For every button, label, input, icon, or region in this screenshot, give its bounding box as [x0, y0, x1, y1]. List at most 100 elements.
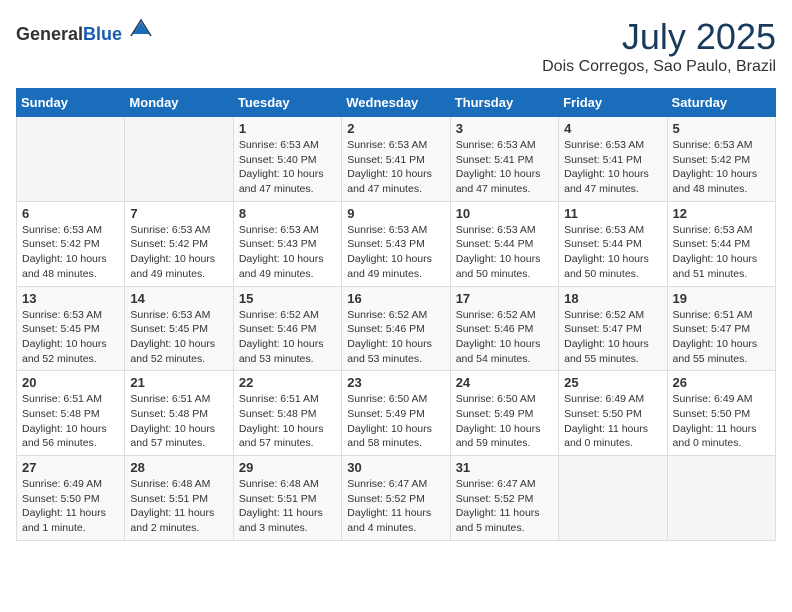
calendar-day-cell: 31Sunrise: 6:47 AM Sunset: 5:52 PM Dayli… [450, 456, 558, 541]
weekday-header-wednesday: Wednesday [342, 89, 450, 117]
calendar-day-cell [559, 456, 667, 541]
day-number: 11 [564, 206, 661, 221]
calendar-week-row: 6 Sunrise: 6:53 AM Sunset: 5:42 PM Daylig… [17, 201, 776, 286]
calendar-day-cell: 15 Sunrise: 6:52 AM Sunset: 5:46 PM Dayli… [233, 286, 341, 371]
day-info: Sunrise: 6:52 AM Sunset: 5:47 PM Dayligh… [564, 308, 661, 367]
day-number: 20 [22, 375, 119, 390]
weekday-header-row: SundayMondayTuesdayWednesdayThursdayFrid… [17, 89, 776, 117]
day-number: 24 [456, 375, 553, 390]
calendar-day-cell: 19 Sunrise: 6:51 AM Sunset: 5:47 PM Dayli… [667, 286, 775, 371]
calendar-week-row: 20 Sunrise: 6:51 AM Sunset: 5:48 PM Dayli… [17, 371, 776, 456]
day-number: 10 [456, 206, 553, 221]
day-number: 9 [347, 206, 444, 221]
day-info: Sunrise: 6:51 AM Sunset: 5:48 PM Dayligh… [239, 392, 336, 451]
calendar-day-cell: 8 Sunrise: 6:53 AM Sunset: 5:43 PM Daylig… [233, 201, 341, 286]
calendar-day-cell: 3Sunrise: 6:53 AM Sunset: 5:41 PM Daylig… [450, 117, 558, 202]
calendar-day-cell: 22 Sunrise: 6:51 AM Sunset: 5:48 PM Dayli… [233, 371, 341, 456]
calendar-day-cell: 2Sunrise: 6:53 AM Sunset: 5:41 PM Daylig… [342, 117, 450, 202]
day-number: 13 [22, 291, 119, 306]
day-number: 15 [239, 291, 336, 306]
day-number: 28 [130, 460, 227, 475]
calendar-day-cell: 23 Sunrise: 6:50 AM Sunset: 5:49 PM Dayli… [342, 371, 450, 456]
logo-general: General [16, 24, 83, 44]
day-info: Sunrise: 6:49 AM Sunset: 5:50 PM Dayligh… [22, 477, 119, 536]
day-info: Sunrise: 6:53 AM Sunset: 5:40 PM Dayligh… [239, 138, 336, 197]
day-number: 17 [456, 291, 553, 306]
day-number: 29 [239, 460, 336, 475]
calendar-day-cell: 26Sunrise: 6:49 AM Sunset: 5:50 PM Dayli… [667, 371, 775, 456]
calendar-day-cell: 12 Sunrise: 6:53 AM Sunset: 5:44 PM Dayli… [667, 201, 775, 286]
day-info: Sunrise: 6:50 AM Sunset: 5:49 PM Dayligh… [347, 392, 444, 451]
day-number: 19 [673, 291, 770, 306]
calendar-day-cell: 6 Sunrise: 6:53 AM Sunset: 5:42 PM Daylig… [17, 201, 125, 286]
month-title: July 2025 [542, 16, 776, 58]
calendar-day-cell: 7 Sunrise: 6:53 AM Sunset: 5:42 PM Daylig… [125, 201, 233, 286]
day-info: Sunrise: 6:51 AM Sunset: 5:47 PM Dayligh… [673, 308, 770, 367]
calendar-day-cell [667, 456, 775, 541]
day-info: Sunrise: 6:49 AM Sunset: 5:50 PM Dayligh… [564, 392, 661, 451]
calendar-table: SundayMondayTuesdayWednesdayThursdayFrid… [16, 88, 776, 541]
logo-blue: Blue [83, 24, 122, 44]
day-number: 31 [456, 460, 553, 475]
calendar-day-cell: 9 Sunrise: 6:53 AM Sunset: 5:43 PM Daylig… [342, 201, 450, 286]
calendar-day-cell [125, 117, 233, 202]
day-info: Sunrise: 6:53 AM Sunset: 5:44 PM Dayligh… [673, 223, 770, 282]
day-info: Sunrise: 6:52 AM Sunset: 5:46 PM Dayligh… [239, 308, 336, 367]
day-info: Sunrise: 6:53 AM Sunset: 5:42 PM Dayligh… [22, 223, 119, 282]
day-number: 5 [673, 121, 770, 136]
calendar-day-cell: 25 Sunrise: 6:49 AM Sunset: 5:50 PM Dayli… [559, 371, 667, 456]
calendar-week-row: 1 Sunrise: 6:53 AM Sunset: 5:40 PM Daylig… [17, 117, 776, 202]
weekday-header-monday: Monday [125, 89, 233, 117]
page-header: GeneralBlue July 2025 Dois Corregos, Sao… [16, 16, 776, 76]
day-number: 4 [564, 121, 661, 136]
logo: GeneralBlue [16, 16, 153, 45]
day-info: Sunrise: 6:52 AM Sunset: 5:46 PM Dayligh… [347, 308, 444, 367]
day-number: 1 [239, 121, 336, 136]
calendar-day-cell: 5Sunrise: 6:53 AM Sunset: 5:42 PM Daylig… [667, 117, 775, 202]
day-number: 22 [239, 375, 336, 390]
day-number: 16 [347, 291, 444, 306]
day-number: 25 [564, 375, 661, 390]
day-info: Sunrise: 6:53 AM Sunset: 5:43 PM Dayligh… [347, 223, 444, 282]
day-info: Sunrise: 6:53 AM Sunset: 5:43 PM Dayligh… [239, 223, 336, 282]
calendar-day-cell: 13Sunrise: 6:53 AM Sunset: 5:45 PM Dayli… [17, 286, 125, 371]
calendar-day-cell: 29 Sunrise: 6:48 AM Sunset: 5:51 PM Dayli… [233, 456, 341, 541]
calendar-day-cell: 28Sunrise: 6:48 AM Sunset: 5:51 PM Dayli… [125, 456, 233, 541]
day-number: 6 [22, 206, 119, 221]
day-info: Sunrise: 6:53 AM Sunset: 5:41 PM Dayligh… [564, 138, 661, 197]
calendar-day-cell: 18Sunrise: 6:52 AM Sunset: 5:47 PM Dayli… [559, 286, 667, 371]
calendar-day-cell: 14Sunrise: 6:53 AM Sunset: 5:45 PM Dayli… [125, 286, 233, 371]
weekday-header-tuesday: Tuesday [233, 89, 341, 117]
day-info: Sunrise: 6:53 AM Sunset: 5:42 PM Dayligh… [130, 223, 227, 282]
weekday-header-saturday: Saturday [667, 89, 775, 117]
calendar-day-cell: 17 Sunrise: 6:52 AM Sunset: 5:46 PM Dayli… [450, 286, 558, 371]
day-number: 8 [239, 206, 336, 221]
day-info: Sunrise: 6:51 AM Sunset: 5:48 PM Dayligh… [130, 392, 227, 451]
day-info: Sunrise: 6:53 AM Sunset: 5:44 PM Dayligh… [456, 223, 553, 282]
day-info: Sunrise: 6:53 AM Sunset: 5:41 PM Dayligh… [456, 138, 553, 197]
calendar-day-cell: 16 Sunrise: 6:52 AM Sunset: 5:46 PM Dayli… [342, 286, 450, 371]
calendar-day-cell: 24Sunrise: 6:50 AM Sunset: 5:49 PM Dayli… [450, 371, 558, 456]
day-number: 23 [347, 375, 444, 390]
calendar-week-row: 27Sunrise: 6:49 AM Sunset: 5:50 PM Dayli… [17, 456, 776, 541]
day-number: 14 [130, 291, 227, 306]
calendar-day-cell: 1 Sunrise: 6:53 AM Sunset: 5:40 PM Daylig… [233, 117, 341, 202]
calendar-day-cell: 20 Sunrise: 6:51 AM Sunset: 5:48 PM Dayli… [17, 371, 125, 456]
day-info: Sunrise: 6:52 AM Sunset: 5:46 PM Dayligh… [456, 308, 553, 367]
calendar-day-cell: 4 Sunrise: 6:53 AM Sunset: 5:41 PM Daylig… [559, 117, 667, 202]
calendar-day-cell: 27Sunrise: 6:49 AM Sunset: 5:50 PM Dayli… [17, 456, 125, 541]
logo-text: GeneralBlue [16, 16, 153, 45]
day-info: Sunrise: 6:53 AM Sunset: 5:41 PM Dayligh… [347, 138, 444, 197]
day-info: Sunrise: 6:51 AM Sunset: 5:48 PM Dayligh… [22, 392, 119, 451]
calendar-day-cell [17, 117, 125, 202]
weekday-header-friday: Friday [559, 89, 667, 117]
day-info: Sunrise: 6:48 AM Sunset: 5:51 PM Dayligh… [239, 477, 336, 536]
day-number: 7 [130, 206, 227, 221]
day-info: Sunrise: 6:47 AM Sunset: 5:52 PM Dayligh… [347, 477, 444, 536]
calendar-week-row: 13Sunrise: 6:53 AM Sunset: 5:45 PM Dayli… [17, 286, 776, 371]
day-number: 21 [130, 375, 227, 390]
calendar-day-cell: 10 Sunrise: 6:53 AM Sunset: 5:44 PM Dayli… [450, 201, 558, 286]
logo-icon [129, 16, 153, 40]
calendar-day-cell: 30Sunrise: 6:47 AM Sunset: 5:52 PM Dayli… [342, 456, 450, 541]
day-number: 12 [673, 206, 770, 221]
